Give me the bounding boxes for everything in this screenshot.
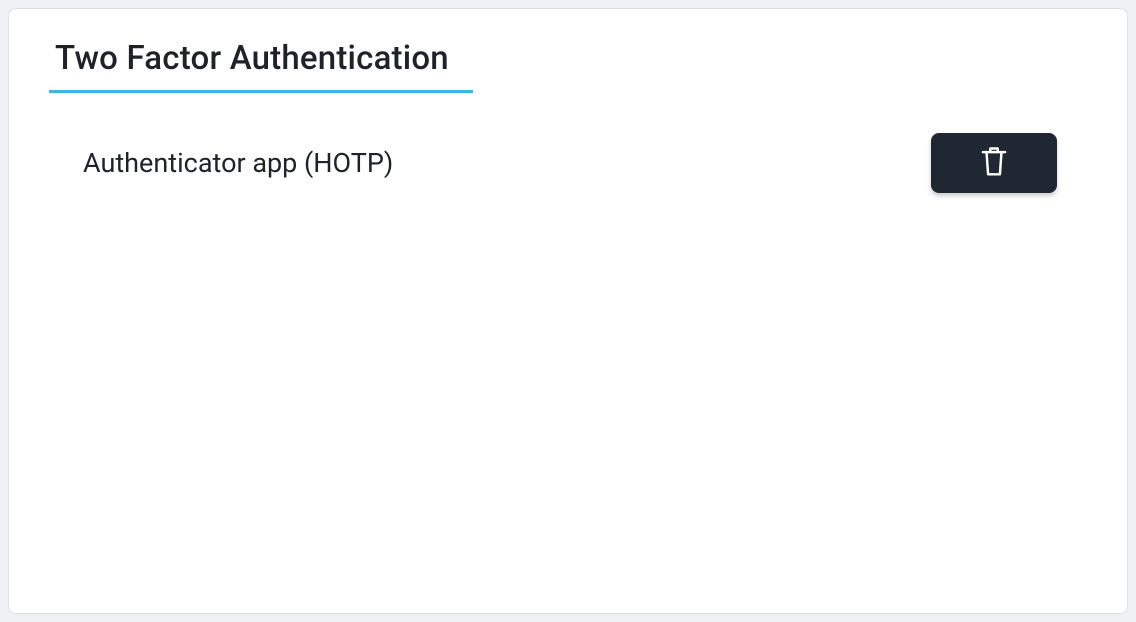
title-underline bbox=[49, 90, 473, 93]
auth-method-label: Authenticator app (HOTP) bbox=[83, 147, 393, 179]
panel-title: Two Factor Authentication bbox=[49, 39, 473, 88]
auth-method-row: Authenticator app (HOTP) bbox=[49, 93, 1087, 193]
two-factor-panel: Two Factor Authentication Authenticator … bbox=[8, 8, 1128, 614]
delete-method-button[interactable] bbox=[931, 133, 1057, 193]
panel-header: Two Factor Authentication bbox=[49, 39, 473, 93]
trash-icon bbox=[979, 146, 1009, 181]
